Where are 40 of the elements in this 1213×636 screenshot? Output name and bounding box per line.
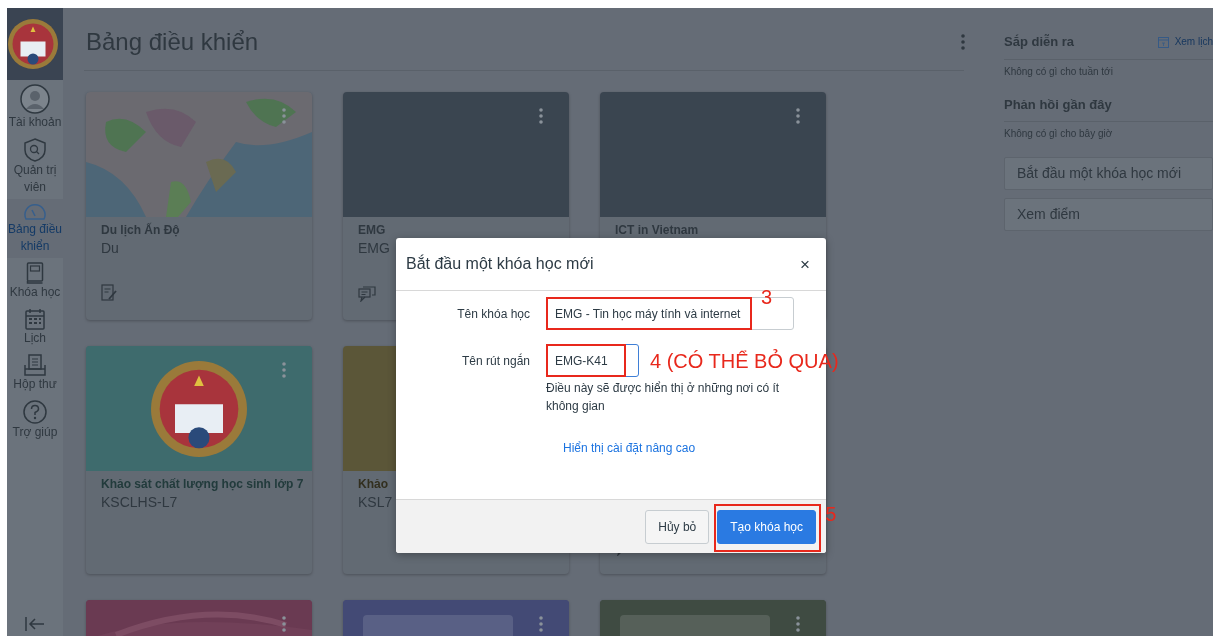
calendar-icon	[25, 308, 45, 330]
field-label: Tên rút ngắn	[460, 352, 531, 370]
calendar-link[interactable]: Xem lịch	[1157, 34, 1213, 50]
sidebar-button[interactable]: Xem điểm	[1004, 198, 1213, 231]
sidebar-item[interactable]: Khóa học	[7, 258, 63, 304]
more-icon[interactable]	[282, 362, 286, 378]
collapse-icon[interactable]	[24, 616, 46, 632]
book-icon	[26, 262, 44, 284]
field-label: Tên khóa học	[456, 306, 531, 323]
more-icon[interactable]	[539, 616, 543, 632]
dashboard-icon	[23, 203, 47, 221]
sidebar-item[interactable]: Bảng điều khiển	[7, 199, 63, 258]
help-icon	[23, 400, 47, 424]
more-icon[interactable]	[539, 108, 543, 124]
annotation-label: 5	[825, 503, 837, 524]
more-icon[interactable]	[282, 616, 286, 632]
more-icon[interactable]	[282, 108, 286, 124]
sidebar-item[interactable]: Hộp thư	[7, 350, 63, 396]
more-icon[interactable]	[796, 108, 800, 124]
course-title[interactable]: Khảo sát chất lượng học sinh lớp 7	[101, 477, 304, 491]
sidebar-item[interactable]: Quản trị viên	[7, 134, 63, 199]
course-title[interactable]: Khảo	[358, 477, 388, 491]
discussion-icon[interactable]	[358, 286, 376, 302]
more-icon[interactable]	[796, 616, 800, 632]
sidebar-item[interactable]: Lịch	[7, 304, 63, 350]
cancel-button[interactable]: Hủy bỏ	[645, 509, 710, 544]
text-field[interactable]: EMG-K41	[546, 344, 639, 377]
close-button[interactable]: ×	[796, 253, 814, 275]
sidebar-button[interactable]: Bắt đầu một khóa học mới	[1004, 157, 1213, 190]
more-icon[interactable]	[960, 33, 966, 51]
help-text: Điều này sẽ được hiển thị ở những nơi có ít không gian	[546, 380, 781, 415]
shield-icon	[24, 138, 46, 162]
sidebar-item[interactable]: Tài khoản	[7, 80, 63, 134]
avatar-icon	[20, 84, 50, 114]
sidebar-item[interactable]: Trợ giúp	[7, 396, 63, 444]
inbox-icon	[24, 354, 46, 376]
calendar-icon	[1157, 35, 1169, 48]
advanced-settings-link[interactable]: Hiển thị cài đặt nâng cao	[563, 441, 696, 455]
create-button[interactable]: Tạo khóa học	[717, 509, 816, 544]
edit-icon[interactable]	[101, 284, 117, 302]
